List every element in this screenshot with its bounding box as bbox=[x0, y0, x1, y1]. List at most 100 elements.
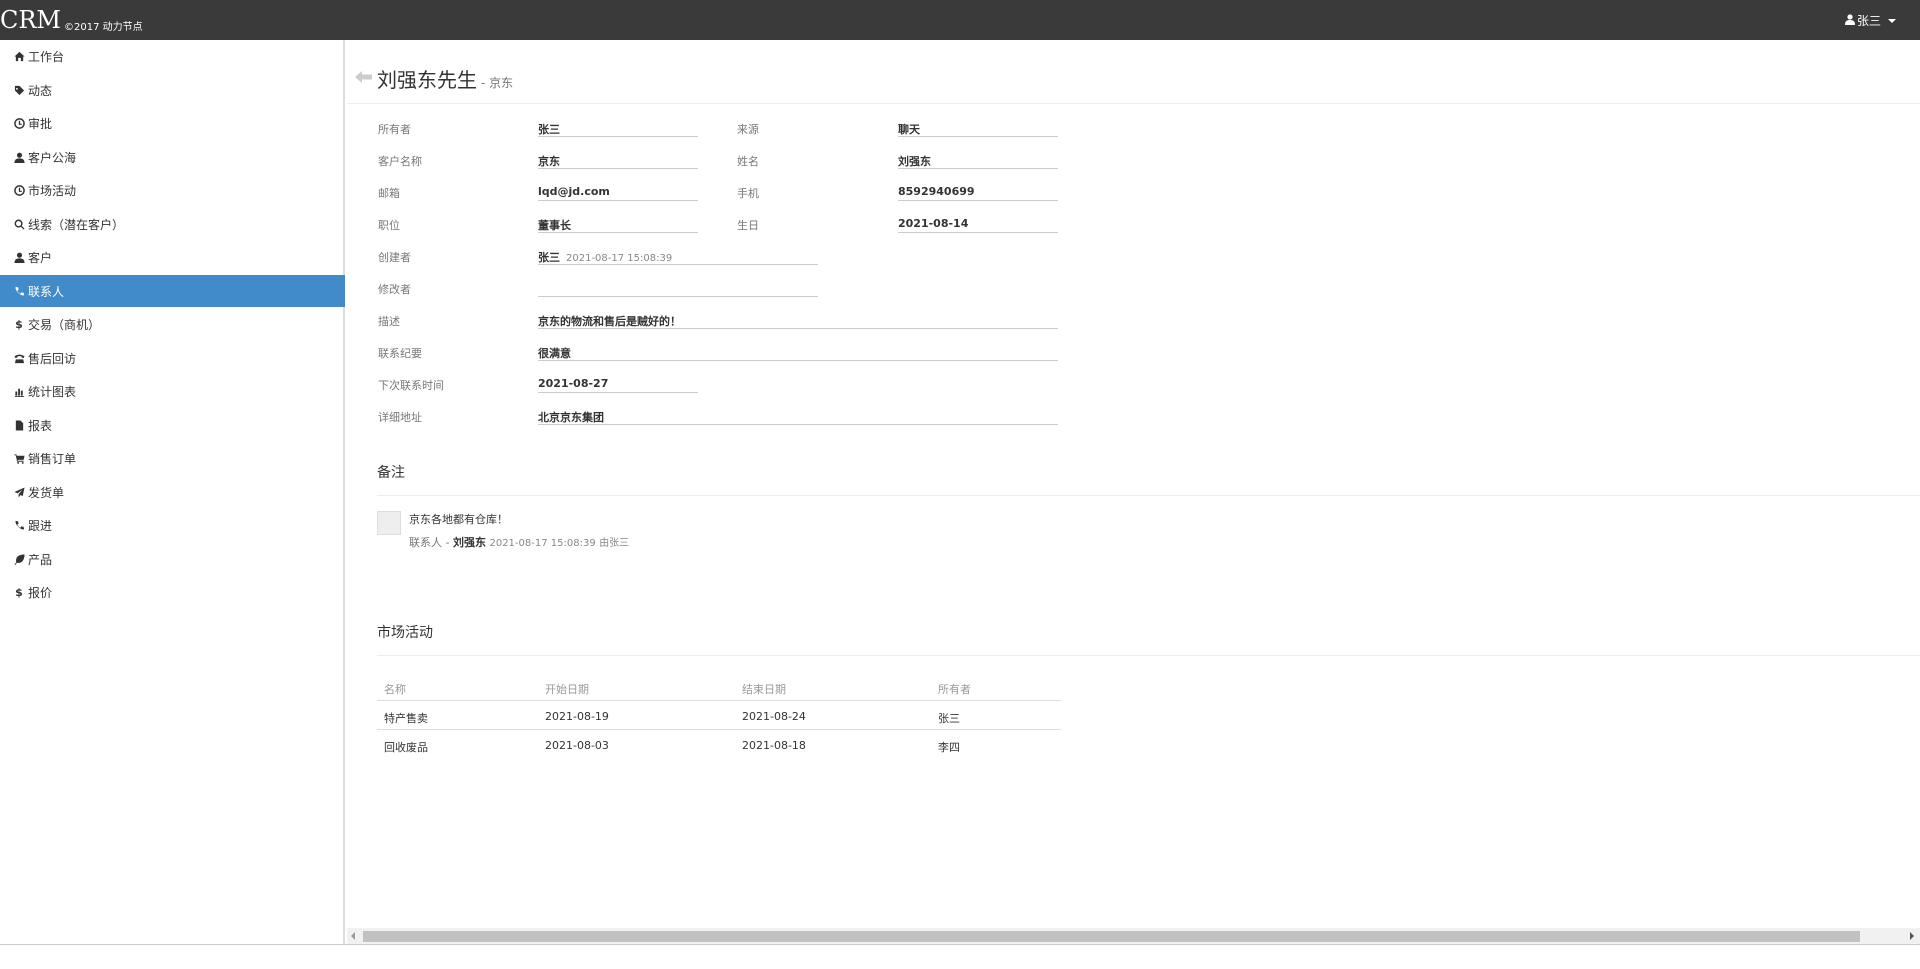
table-cell: 2021-08-19 bbox=[545, 710, 609, 723]
stats-icon bbox=[12, 384, 26, 398]
creator-label: 创建者 bbox=[378, 251, 411, 264]
field-underline bbox=[538, 328, 1058, 329]
table-divider bbox=[377, 700, 1061, 701]
page-title: 刘强东先生 - 京东 bbox=[377, 64, 513, 93]
sidebar-item-approval[interactable]: 审批 bbox=[0, 107, 345, 139]
field-underline bbox=[538, 264, 818, 265]
sidebar-item-label: 销售订单 bbox=[28, 451, 77, 466]
file-icon bbox=[12, 418, 26, 432]
field-underline bbox=[538, 136, 698, 137]
avatar bbox=[377, 511, 401, 535]
divider bbox=[347, 103, 1920, 104]
column-header-owner: 所有者 bbox=[938, 683, 971, 696]
user-menu[interactable]: 张三 bbox=[1844, 12, 1896, 29]
divider bbox=[377, 655, 1920, 656]
contact-name-title: 刘强东先生 bbox=[377, 68, 477, 92]
send-icon bbox=[12, 485, 26, 499]
description-value: 京东的物流和售后是贼好的！ bbox=[538, 315, 681, 328]
clock-icon bbox=[12, 116, 26, 130]
source-label: 来源 bbox=[737, 123, 759, 136]
home-icon bbox=[12, 49, 26, 63]
column-header-name: 名称 bbox=[384, 683, 406, 696]
sidebar-item-leads[interactable]: 线索（潜在客户） bbox=[0, 208, 345, 240]
column-header-end: 结束日期 bbox=[742, 683, 786, 696]
sidebar-item-marketing[interactable]: 市场活动 bbox=[0, 174, 345, 206]
name-value: 刘强东 bbox=[898, 155, 931, 168]
sidebar-item-label: 统计图表 bbox=[28, 384, 77, 399]
job-label: 职位 bbox=[378, 219, 400, 232]
sidebar-item-label: 客户 bbox=[28, 250, 53, 265]
table-cell: 张三 bbox=[938, 712, 960, 725]
sidebar-item-shipping[interactable]: 发货单 bbox=[0, 476, 345, 508]
user-icon bbox=[12, 250, 26, 264]
scroll-right-icon[interactable] bbox=[1910, 932, 1914, 940]
next-contact-value: 2021-08-27 bbox=[538, 377, 609, 390]
phone-icon bbox=[12, 518, 26, 532]
company-subtitle: - 京东 bbox=[481, 76, 514, 90]
sidebar-item-sales-orders[interactable]: 销售订单 bbox=[0, 442, 345, 474]
remark-person: 刘强东 bbox=[452, 536, 486, 549]
birthday-label: 生日 bbox=[737, 219, 759, 232]
table-divider bbox=[377, 729, 1061, 730]
sidebar: 工作台 动态 审批 客户公海 市场活动 线索（潜在客户） 客户 联系人 $ 交易… bbox=[0, 40, 345, 945]
tag-icon bbox=[12, 83, 26, 97]
birthday-value: 2021-08-14 bbox=[898, 217, 969, 230]
divider bbox=[377, 495, 1920, 496]
table-cell: 2021-08-24 bbox=[742, 710, 806, 723]
field-underline bbox=[538, 200, 698, 201]
field-underline bbox=[538, 168, 698, 169]
sidebar-item-products[interactable]: 产品 bbox=[0, 543, 345, 575]
sidebar-item-contacts[interactable]: 联系人 bbox=[0, 275, 345, 307]
table-cell: 2021-08-18 bbox=[742, 739, 806, 752]
customer-value: 京东 bbox=[538, 155, 560, 168]
activity-name-link[interactable]: 特产售卖 bbox=[384, 710, 428, 726]
table-cell: 2021-08-03 bbox=[545, 739, 609, 752]
remark-author: 由张三 bbox=[599, 538, 630, 549]
cart-icon bbox=[12, 451, 26, 465]
back-arrow-icon[interactable] bbox=[355, 70, 373, 84]
field-underline bbox=[898, 168, 1058, 169]
sidebar-item-stats[interactable]: 统计图表 bbox=[0, 375, 345, 407]
owner-label: 所有者 bbox=[378, 123, 411, 136]
table-cell: 李四 bbox=[938, 741, 960, 754]
sidebar-item-label: 售后回访 bbox=[28, 351, 77, 366]
job-value: 董事长 bbox=[538, 219, 571, 232]
remark-time: 2021-08-17 15:08:39 bbox=[489, 538, 596, 549]
sidebar-item-label: 报表 bbox=[28, 418, 53, 433]
dollar-icon: $ bbox=[15, 317, 23, 331]
caret-down-icon bbox=[1888, 18, 1896, 23]
sidebar-item-deals[interactable]: $ 交易（商机） bbox=[0, 308, 345, 340]
sidebar-item-quotes[interactable]: $ 报价 bbox=[0, 576, 345, 608]
sidebar-item-activity[interactable]: 动态 bbox=[0, 74, 345, 106]
sidebar-item-label: 审批 bbox=[28, 116, 53, 131]
create-time: 2021-08-17 15:08:39 bbox=[566, 253, 673, 264]
creator-name: 张三 bbox=[538, 251, 560, 264]
field-underline bbox=[538, 360, 1058, 361]
scrollbar-thumb[interactable] bbox=[363, 931, 1860, 942]
email-label: 邮箱 bbox=[378, 187, 400, 200]
divider bbox=[0, 944, 1920, 945]
description-label: 描述 bbox=[378, 315, 400, 328]
scroll-left-icon[interactable] bbox=[351, 932, 355, 940]
sidebar-item-reports[interactable]: 报表 bbox=[0, 409, 345, 441]
activity-name-link[interactable]: 回收废品 bbox=[384, 739, 428, 755]
field-underline bbox=[898, 136, 1058, 137]
sidebar-item-workbench[interactable]: 工作台 bbox=[0, 40, 345, 72]
sidebar-item-label: 报价 bbox=[28, 585, 53, 600]
column-header-start: 开始日期 bbox=[545, 683, 589, 696]
sidebar-item-label: 联系人 bbox=[28, 284, 65, 299]
phone-label: 手机 bbox=[737, 187, 759, 200]
remark-type: 联系人 - bbox=[409, 536, 450, 549]
sidebar-item-public-pool[interactable]: 客户公海 bbox=[0, 141, 345, 173]
sidebar-item-label: 线索（潜在客户） bbox=[28, 217, 125, 232]
field-underline bbox=[538, 392, 698, 393]
horizontal-scrollbar[interactable] bbox=[347, 928, 1920, 945]
brand-subtitle: ©2017 动力节点 bbox=[64, 22, 143, 33]
phone-alt-icon bbox=[12, 351, 26, 365]
sidebar-item-followup[interactable]: 跟进 bbox=[0, 509, 345, 541]
sidebar-item-customers[interactable]: 客户 bbox=[0, 241, 345, 273]
remark-text: 京东各地都有仓库！ bbox=[409, 513, 508, 526]
clock-icon bbox=[12, 183, 26, 197]
sidebar-item-aftersale[interactable]: 售后回访 bbox=[0, 342, 345, 374]
email-value: lqd@jd.com bbox=[538, 185, 610, 198]
